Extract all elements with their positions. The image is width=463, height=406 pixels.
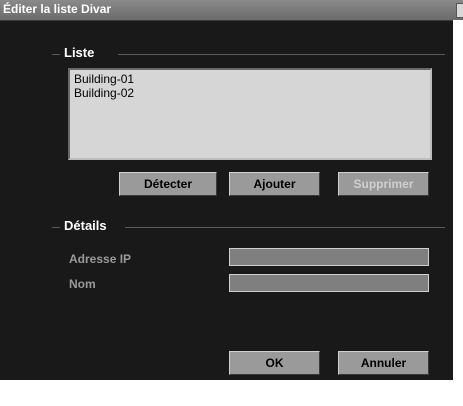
details-group-label: Détails: [60, 218, 111, 233]
window-title: Éditer la liste Divar: [3, 2, 112, 16]
divar-listbox[interactable]: Building-01 Building-02: [68, 68, 432, 160]
details-group-line-right: [125, 227, 445, 228]
ajouter-button[interactable]: Ajouter: [229, 172, 320, 196]
adresse-ip-label: Adresse IP: [69, 252, 132, 266]
liste-group-label: Liste: [60, 45, 99, 60]
close-icon[interactable]: [456, 3, 463, 18]
adresse-ip-field[interactable]: [229, 248, 429, 266]
liste-group-line-right: [118, 54, 445, 55]
supprimer-button[interactable]: Supprimer: [338, 172, 429, 196]
ok-button[interactable]: OK: [229, 351, 320, 375]
nom-field[interactable]: [229, 274, 429, 292]
list-item[interactable]: Building-02: [70, 86, 430, 100]
details-group-line-left: [52, 227, 60, 228]
detecter-button[interactable]: Détecter: [119, 172, 217, 196]
window-edge-right: [453, 20, 463, 380]
title-bar[interactable]: Éditer la liste Divar: [0, 0, 463, 21]
annuler-button[interactable]: Annuler: [338, 351, 429, 375]
dialog-window: Éditer la liste Divar Liste Building-01 …: [0, 0, 463, 406]
liste-group-line-left: [52, 54, 60, 55]
window-edge-bottom: [0, 380, 463, 406]
list-item[interactable]: Building-01: [70, 72, 430, 86]
nom-label: Nom: [69, 277, 96, 291]
